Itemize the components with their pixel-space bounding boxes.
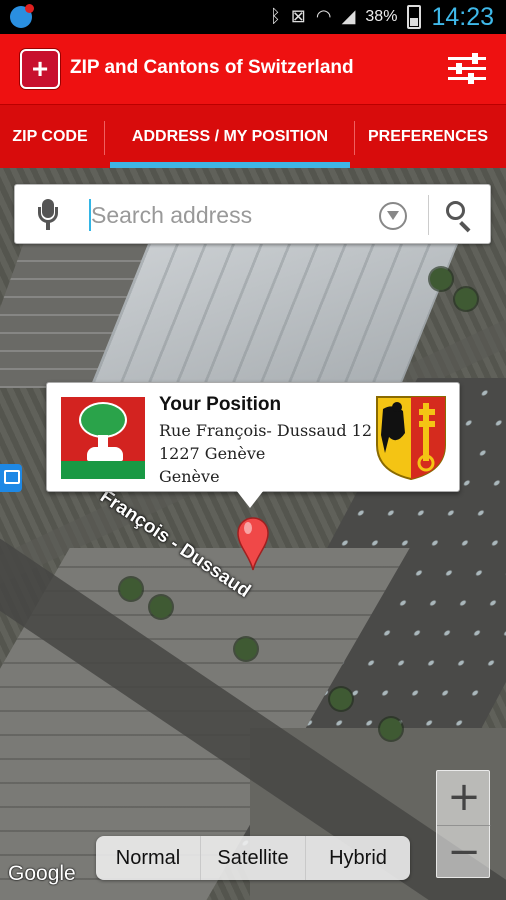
info-window-pointer xyxy=(236,490,264,508)
map-tree xyxy=(235,638,257,660)
bluetooth-icon: ᛒ xyxy=(269,6,281,27)
search-icon[interactable] xyxy=(445,200,475,233)
sliders-icon[interactable] xyxy=(448,52,486,86)
commune-coat-of-arms xyxy=(61,397,145,479)
map-type-satellite-button[interactable]: Satellite xyxy=(201,836,306,880)
tab-divider xyxy=(104,121,105,155)
zoom-out-button[interactable]: − xyxy=(437,825,491,879)
app-bar: + ZIP and Cantons of Switzerland xyxy=(0,34,506,104)
tab-divider xyxy=(354,121,355,155)
zoom-in-button[interactable]: + xyxy=(437,771,491,825)
map-tree xyxy=(455,288,477,310)
info-zip-city: 1227 Genève xyxy=(159,444,266,463)
swiss-cross-icon[interactable]: + xyxy=(20,49,60,89)
bus-stop-icon[interactable] xyxy=(0,464,22,492)
mute-icon: ⊠ xyxy=(290,6,306,27)
map-tree xyxy=(120,578,142,600)
map-tree xyxy=(330,688,352,710)
tab-bar: ZIP CODE ADDRESS / MY POSITION PREFERENC… xyxy=(0,104,506,168)
map-type-selector: Normal Satellite Hybrid xyxy=(96,836,410,880)
status-bar: ᛒ ⊠ ◠ ◢ 38% 14:23 xyxy=(0,0,506,34)
tab-preferences[interactable]: PREFERENCES xyxy=(358,105,498,169)
my-location-icon[interactable] xyxy=(379,202,407,230)
map-tree xyxy=(380,718,402,740)
wifi-icon: ◠ xyxy=(315,6,332,27)
map-marker-icon[interactable] xyxy=(236,516,270,572)
info-street: Rue François- Dussaud 12 xyxy=(159,421,372,440)
map-type-normal-button[interactable]: Normal xyxy=(96,836,201,880)
search-input[interactable] xyxy=(91,197,381,233)
info-canton: Genève xyxy=(159,467,220,486)
battery-icon xyxy=(407,5,422,29)
search-divider xyxy=(428,195,429,235)
address-search-box xyxy=(14,184,491,244)
status-icons: ᛒ ⊠ ◠ ◢ 38% 14:23 xyxy=(269,2,494,31)
map-tree xyxy=(430,268,452,290)
info-title: Your Position xyxy=(159,394,282,415)
map-type-hybrid-button[interactable]: Hybrid xyxy=(306,836,410,880)
signal-icon: ◢ xyxy=(341,6,356,27)
notification-icon xyxy=(10,4,34,28)
tab-zip-code[interactable]: ZIP CODE xyxy=(0,105,100,169)
canton-coat-of-arms xyxy=(376,396,446,481)
app-title: ZIP and Cantons of Switzerland xyxy=(70,57,354,78)
position-info-window[interactable]: Your Position Rue François- Dussaud 12 1… xyxy=(46,382,460,492)
zoom-controls: + − xyxy=(436,770,491,879)
battery-percent: 38% xyxy=(365,8,398,25)
map-tree xyxy=(150,596,172,618)
tab-address-my-position[interactable]: ADDRESS / MY POSITION xyxy=(108,105,352,169)
clock: 14:23 xyxy=(431,2,494,31)
google-attribution: Google xyxy=(8,862,76,885)
microphone-icon[interactable] xyxy=(37,199,59,231)
